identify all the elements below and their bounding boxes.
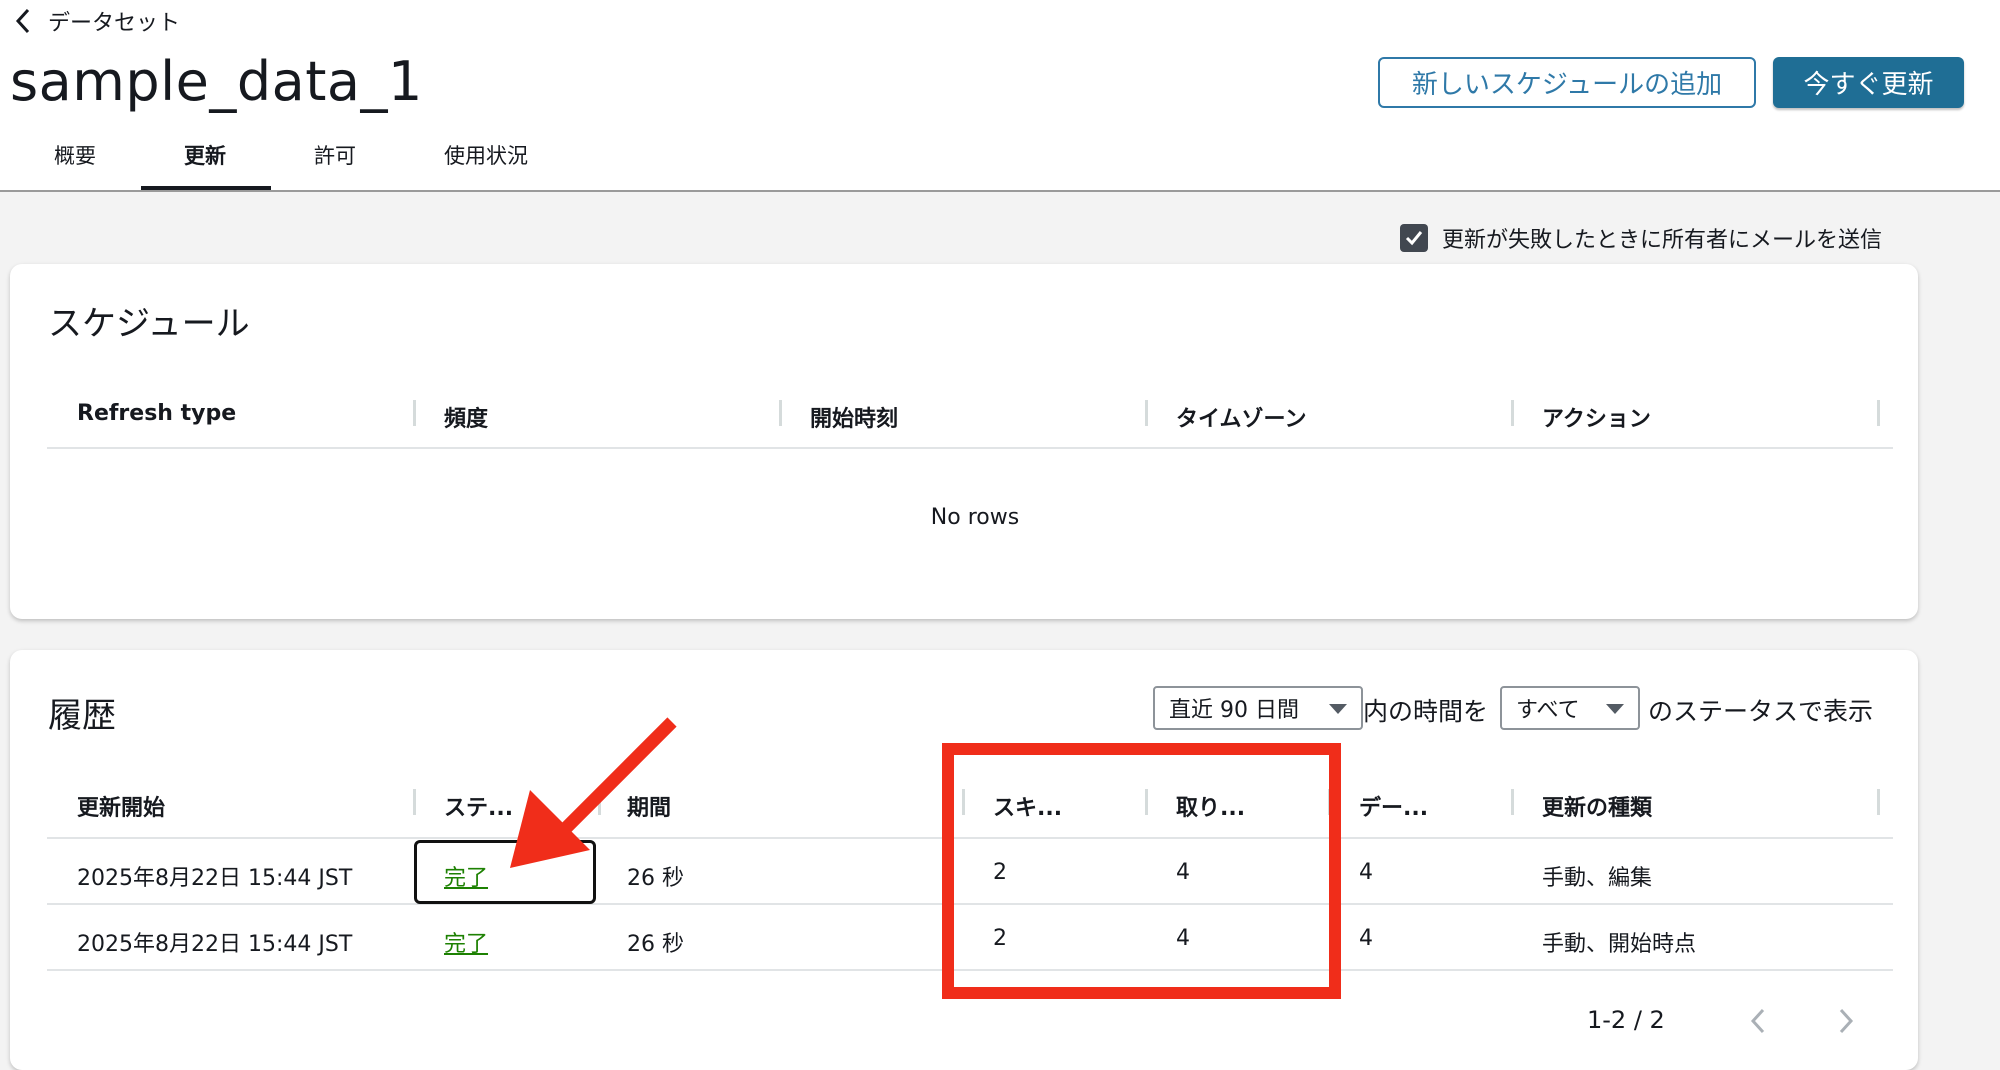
refresh-now-button[interactable]: 今すぐ更新 <box>1773 57 1964 108</box>
back-link-label: データセット <box>48 11 181 36</box>
history-row-1-skipped: 2 <box>993 860 1007 885</box>
history-row-2-ingested: 4 <box>1176 926 1190 951</box>
pagination-range: 1-2 / 2 <box>1587 1006 1665 1034</box>
history-row-2-skipped: 2 <box>993 926 1007 951</box>
column-divider[interactable] <box>1511 789 1514 815</box>
history-row-1-dataset: 4 <box>1359 860 1373 885</box>
column-divider[interactable] <box>1328 789 1331 815</box>
email-on-failure-label: 更新が失敗したときに所有者にメールを送信 <box>1442 228 1883 253</box>
caret-down-icon <box>1329 704 1347 714</box>
add-schedule-button[interactable]: 新しいスケジュールの追加 <box>1378 57 1756 108</box>
schedule-col-frequency[interactable]: 頻度 <box>444 401 488 433</box>
schedule-col-timezone[interactable]: タイムゾーン <box>1176 401 1306 433</box>
status-select-value: すべて <box>1516 698 1580 723</box>
history-col-dataset[interactable]: デー... <box>1359 790 1428 822</box>
status-select[interactable]: すべて <box>1500 686 1640 730</box>
history-title: 履歴 <box>48 696 116 736</box>
header-separator <box>47 447 1893 449</box>
row-separator <box>47 903 1893 905</box>
tab-overview[interactable]: 概要 <box>54 140 96 170</box>
page-header: データセット sample_data_1 新しいスケジュールの追加 今すぐ更新 … <box>0 0 2000 192</box>
status-link[interactable]: 完了 <box>444 932 488 957</box>
history-row-1-ingested: 4 <box>1176 860 1190 885</box>
row-separator <box>47 969 1893 971</box>
history-col-ingested[interactable]: 取り... <box>1176 790 1245 822</box>
tab-refresh[interactable]: 更新 <box>184 140 226 170</box>
schedule-col-start-time[interactable]: 開始時刻 <box>810 401 898 433</box>
schedule-title: スケジュール <box>48 304 250 344</box>
history-card: 履歴 直近 90 日間 内の時間を すべて のステータスで表示 更新開始 ステ.… <box>10 650 1918 1070</box>
chevron-right-icon[interactable] <box>1834 1006 1858 1036</box>
history-col-skipped[interactable]: スキ... <box>993 790 1062 822</box>
filter-end-text: のステータスで表示 <box>1648 697 1874 726</box>
history-col-duration[interactable]: 期間 <box>627 790 671 822</box>
column-divider[interactable] <box>779 400 782 426</box>
tab-permissions[interactable]: 許可 <box>314 140 356 170</box>
history-row-2-dataset: 4 <box>1359 926 1373 951</box>
history-row-2-type: 手動、開始時点 <box>1542 932 1697 957</box>
schedule-col-actions[interactable]: アクション <box>1542 401 1651 433</box>
page-title: sample_data_1 <box>10 50 423 113</box>
active-tab-indicator <box>141 186 271 190</box>
back-link[interactable]: データセット <box>14 6 180 36</box>
column-divider[interactable] <box>1145 789 1148 815</box>
period-select[interactable]: 直近 90 日間 <box>1153 686 1363 730</box>
chevron-left-icon <box>15 8 30 34</box>
history-col-refresh-type[interactable]: 更新の種類 <box>1542 790 1652 822</box>
history-row-2-start: 2025年8月22日 15:44 JST <box>77 932 353 957</box>
column-divider[interactable] <box>598 789 601 815</box>
history-row-2-status[interactable]: 完了 <box>444 926 488 958</box>
period-select-value: 直近 90 日間 <box>1169 698 1299 723</box>
history-row-1-start: 2025年8月22日 15:44 JST <box>77 866 353 891</box>
history-row-1-duration: 26 秒 <box>627 866 684 891</box>
history-row-2-duration: 26 秒 <box>627 932 684 957</box>
column-divider[interactable] <box>962 789 965 815</box>
filter-mid-text: 内の時間を <box>1363 697 1489 726</box>
schedule-empty-message: No rows <box>930 505 1020 530</box>
status-link[interactable]: 完了 <box>444 866 488 891</box>
schedule-col-refresh-type[interactable]: Refresh type <box>77 401 236 426</box>
history-col-status[interactable]: ステ... <box>444 790 513 822</box>
column-divider[interactable] <box>1877 400 1880 426</box>
checkmark-icon <box>1405 231 1423 246</box>
email-on-failure-checkbox[interactable] <box>1400 224 1428 252</box>
chevron-left-icon[interactable] <box>1746 1006 1770 1036</box>
history-row-1-status[interactable]: 完了 <box>444 860 488 892</box>
column-divider[interactable] <box>413 789 416 815</box>
caret-down-icon <box>1606 704 1624 714</box>
tab-usage[interactable]: 使用状況 <box>444 140 528 170</box>
history-col-start[interactable]: 更新開始 <box>77 790 165 822</box>
column-divider[interactable] <box>1145 400 1148 426</box>
header-separator <box>47 837 1893 839</box>
schedule-card: スケジュール Refresh type 頻度 開始時刻 タイムゾーン アクション… <box>10 264 1918 619</box>
email-on-failure-option[interactable]: 更新が失敗したときに所有者にメールを送信 <box>1400 222 1882 254</box>
column-divider[interactable] <box>413 400 416 426</box>
column-divider[interactable] <box>1511 400 1514 426</box>
history-row-1-type: 手動、編集 <box>1542 866 1653 891</box>
column-divider[interactable] <box>1877 789 1880 815</box>
